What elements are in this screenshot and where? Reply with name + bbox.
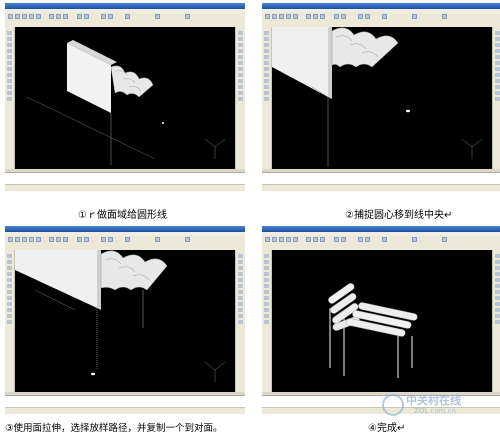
draw-toolbar[interactable] xyxy=(5,250,15,392)
step-4-caption: ④完成↵ xyxy=(368,423,406,434)
modify-toolbar[interactable] xyxy=(235,27,245,169)
draw-toolbar[interactable] xyxy=(262,250,272,392)
screenshot-panel-3 xyxy=(5,226,245,414)
screenshot-panel-4 xyxy=(262,226,500,414)
status-bar xyxy=(5,407,245,414)
zol-watermark: 中关村在线 ZOL.com.cn xyxy=(380,392,498,422)
modify-toolbar[interactable] xyxy=(492,27,500,169)
zol-logo-icon xyxy=(382,394,404,416)
step-1-caption: ①ｒ做面域给圆形线 xyxy=(78,210,167,221)
draw-toolbar[interactable] xyxy=(262,27,272,169)
modify-toolbar[interactable] xyxy=(235,250,245,392)
step-2-caption: ②捕捉圆心移到线中央↵ xyxy=(345,210,453,221)
drawing-viewport[interactable] xyxy=(15,27,235,169)
draw-toolbar[interactable] xyxy=(5,27,15,169)
drawing-viewport[interactable] xyxy=(272,250,492,392)
drawing-viewport[interactable] xyxy=(15,250,235,392)
drawing-viewport[interactable] xyxy=(272,27,492,169)
screenshot-panel-1 xyxy=(5,3,245,191)
watermark-url: ZOL.com.cn xyxy=(414,407,456,415)
status-bar xyxy=(5,184,245,191)
step-3-caption: ③使用面拉伸，选择放样路径，并复制一个到对面。 xyxy=(5,423,223,434)
modify-toolbar[interactable] xyxy=(492,250,500,392)
status-bar xyxy=(262,184,500,191)
watermark-title: 中关村在线 xyxy=(406,394,461,407)
screenshot-panel-2 xyxy=(262,3,500,191)
